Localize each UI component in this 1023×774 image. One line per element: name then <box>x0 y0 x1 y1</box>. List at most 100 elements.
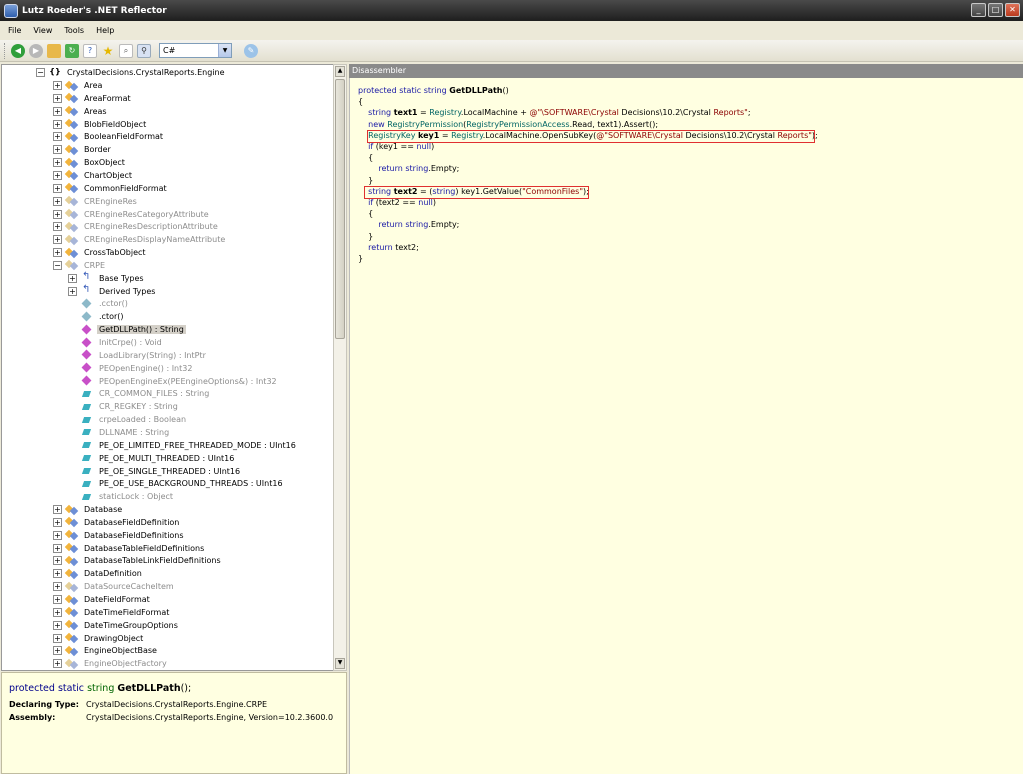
tree-node[interactable]: + Base Types <box>68 271 146 285</box>
tree-node[interactable]: − CRPE <box>53 259 107 272</box>
tree-node[interactable]: + CommonFieldFormat <box>53 182 169 195</box>
expand-toggle[interactable]: + <box>53 646 62 656</box>
forward-arrow-icon[interactable]: ▶ <box>29 43 43 58</box>
expand-toggle[interactable]: + <box>53 222 62 232</box>
declaring-type-value[interactable]: CrystalDecisions.CrystalReports.Engine.C… <box>86 700 267 709</box>
tree-node[interactable]: InitCrpe() : Void <box>68 336 164 349</box>
tree-node[interactable]: + Area <box>53 79 104 92</box>
expand-toggle[interactable]: + <box>53 183 62 193</box>
tree-node[interactable]: + CREngineResDisplayNameAttribute <box>53 233 227 246</box>
tree-node[interactable]: + DatabaseTableFieldDefinitions <box>53 542 206 555</box>
code-line[interactable]: { <box>358 153 373 162</box>
tree-node[interactable]: + CREngineResCategoryAttribute <box>53 208 211 221</box>
tree-node[interactable]: DLLNAME : String <box>68 426 171 439</box>
tree-node[interactable]: PE_OE_LIMITED_FREE_THREADED_MODE : UInt1… <box>68 439 298 452</box>
expand-toggle[interactable]: + <box>53 633 62 643</box>
tree-node[interactable]: + DatabaseFieldDefinition <box>53 516 181 529</box>
help-question-icon[interactable]: ? <box>83 43 97 58</box>
expand-toggle[interactable]: + <box>53 235 62 245</box>
code-line[interactable]: return string.Empty; <box>358 220 459 229</box>
code-line[interactable]: protected static string GetDLLPath() <box>358 86 509 95</box>
language-select[interactable]: C# ▼ <box>159 43 232 58</box>
tree-node[interactable]: PEOpenEngineEx(PEEngineOptions&) : Int32 <box>68 375 279 388</box>
tree-node[interactable]: + BooleanFieldFormat <box>53 130 165 143</box>
tree-node[interactable]: + CREngineRes <box>53 195 139 208</box>
signature-name[interactable]: GetDLLPath <box>117 683 180 694</box>
tree-node[interactable]: + EngineObjectFactory <box>53 657 169 670</box>
tree-node[interactable]: PE_OE_USE_BACKGROUND_THREADS : UInt16 <box>68 477 285 490</box>
tree-root-row[interactable]: − {} CrystalDecisions.CrystalReports.Eng… <box>36 66 227 79</box>
code-line[interactable]: { <box>358 97 363 106</box>
expand-toggle[interactable]: + <box>53 248 62 258</box>
code-line[interactable]: new RegistryPermission(RegistryPermissio… <box>358 120 658 129</box>
favorite-star-icon[interactable]: ★ <box>101 44 115 58</box>
tree-node[interactable]: + Database <box>53 503 124 516</box>
expand-toggle[interactable]: + <box>53 582 62 592</box>
menu-tools[interactable]: Tools <box>64 26 84 35</box>
expand-toggle[interactable]: + <box>53 543 62 553</box>
tree-node[interactable]: + Border <box>53 143 113 156</box>
disassembler-pane[interactable]: protected static string GetDLLPath() { st… <box>349 78 1023 774</box>
expand-toggle[interactable]: + <box>53 530 62 540</box>
code-line[interactable]: } <box>358 232 373 241</box>
expand-toggle[interactable]: + <box>53 209 62 219</box>
tree-node[interactable]: + CrossTabObject <box>53 246 148 259</box>
collapse-toggle[interactable]: − <box>36 68 45 77</box>
tree-node[interactable]: LoadLibrary(String) : IntPtr <box>68 349 208 362</box>
refresh-icon[interactable]: ↻ <box>65 43 79 58</box>
tree-node[interactable]: CR_COMMON_FILES : String <box>68 387 211 400</box>
tree-node[interactable]: staticLock : Object <box>68 490 175 503</box>
expand-toggle[interactable]: + <box>53 607 62 617</box>
scroll-down-arrow[interactable]: ▼ <box>335 658 345 669</box>
close-button[interactable]: ✕ <box>1005 3 1020 17</box>
expand-toggle[interactable]: + <box>53 196 62 206</box>
expand-toggle[interactable]: + <box>53 81 62 90</box>
code-line[interactable]: { <box>358 209 373 218</box>
code-line[interactable]: return text2; <box>358 243 419 252</box>
tree-node[interactable]: + DateTimeFieldFormat <box>53 606 171 619</box>
expand-toggle[interactable]: + <box>68 286 77 296</box>
tree-node[interactable]: + BlobFieldObject <box>53 118 148 131</box>
minimize-button[interactable]: _ <box>971 3 986 17</box>
expand-toggle[interactable]: + <box>53 505 62 515</box>
tree-node[interactable]: + DateTimeGroupOptions <box>53 619 180 632</box>
expand-toggle[interactable]: + <box>53 595 62 604</box>
tree-node[interactable]: GetDLLPath() : String <box>68 323 186 336</box>
expand-toggle[interactable]: + <box>53 620 62 630</box>
code-line[interactable]: if (key1 == null) <box>358 142 434 151</box>
expand-toggle[interactable]: + <box>53 132 62 142</box>
tree-node[interactable]: + DataDefinition <box>53 567 144 580</box>
code-line[interactable]: string text1 = Registry.LocalMachine + @… <box>358 108 750 117</box>
assembly-tree[interactable]: − {} CrystalDecisions.CrystalReports.Eng… <box>1 64 334 671</box>
code-line[interactable]: } <box>358 176 373 185</box>
code-line[interactable]: if (text2 == null) <box>358 198 436 207</box>
expand-toggle[interactable]: + <box>53 119 62 129</box>
tree-node[interactable]: PE_OE_SINGLE_THREADED : UInt16 <box>68 465 242 478</box>
back-arrow-icon[interactable]: ◀ <box>11 43 25 58</box>
tree-node[interactable]: + EngineObjectBase <box>53 644 159 657</box>
tree-node[interactable]: + BoxObject <box>53 156 127 169</box>
analyzer-icon[interactable]: ⚲ <box>137 43 151 58</box>
tree-node[interactable]: + ChartObject <box>53 169 134 182</box>
expand-toggle[interactable]: + <box>53 659 62 669</box>
expand-toggle[interactable]: + <box>53 517 62 527</box>
scroll-up-arrow[interactable]: ▲ <box>335 66 345 77</box>
options-icon[interactable]: ✎ <box>244 43 258 58</box>
code-line[interactable]: } <box>358 254 363 263</box>
tree-node[interactable]: PEOpenEngine() : Int32 <box>68 362 194 375</box>
menu-file[interactable]: File <box>8 26 21 35</box>
expand-toggle[interactable]: + <box>53 170 62 180</box>
expand-toggle[interactable]: + <box>53 145 62 155</box>
expand-toggle[interactable]: + <box>53 93 62 103</box>
tree-node[interactable]: + DatabaseTableLinkFieldDefinitions <box>53 554 223 567</box>
collapse-toggle[interactable]: − <box>53 260 62 270</box>
tree-node[interactable]: + DateFieldFormat <box>53 593 152 606</box>
tree-node[interactable]: + CREngineResDescriptionAttribute <box>53 220 220 233</box>
expand-toggle[interactable]: + <box>53 158 62 168</box>
expand-toggle[interactable]: + <box>53 556 62 566</box>
tree-node[interactable]: .ctor() <box>68 310 126 323</box>
tree-node[interactable]: + Derived Types <box>68 284 157 298</box>
scroll-thumb[interactable] <box>335 79 345 339</box>
tree-scrollbar[interactable]: ▲ ▼ <box>333 64 347 671</box>
tree-node[interactable]: + DataSourceCacheItem <box>53 580 176 593</box>
